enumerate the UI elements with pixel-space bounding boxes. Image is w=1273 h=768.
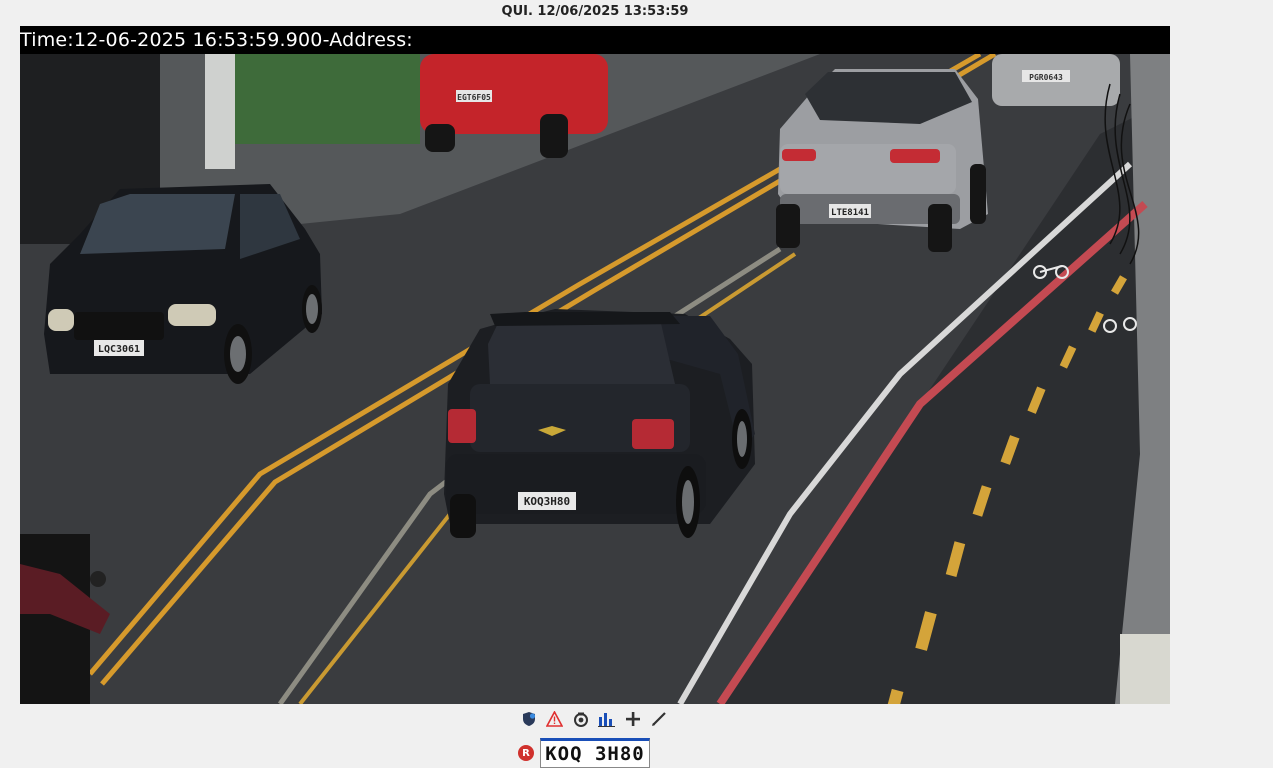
plus-icon[interactable] <box>624 710 641 727</box>
top-right-car-plate: PGR0643 <box>1029 73 1063 82</box>
recognized-plate-field[interactable]: KOQ 3H80 <box>540 738 650 768</box>
red-car-plate: EGT6F05 <box>457 93 491 102</box>
header-datetime: QUI. 12/06/2025 13:53:59 <box>501 4 689 19</box>
video-overlay-text: Time:12-06-2025 16:53:59.900-Address: <box>20 29 413 51</box>
silver-car-plate: LTE8141 <box>831 208 869 218</box>
center-car-plate: KOQ3H80 <box>524 495 570 508</box>
plate-reading-row: R KOQ 3H80 <box>518 738 650 768</box>
top-right-car: PGR0643 <box>992 54 1120 106</box>
left-car-plate: LQC3061 <box>98 344 140 355</box>
warning-icon[interactable] <box>546 710 563 727</box>
center-black-car: KOQ3H80 <box>444 309 755 538</box>
video-overlay-bar: Time:12-06-2025 16:53:59.900-Address: <box>20 26 1170 54</box>
camera-video-frame[interactable]: Time:12-06-2025 16:53:59.900-Address: EG… <box>20 26 1170 704</box>
pen-icon[interactable] <box>650 710 667 727</box>
camera-icon[interactable] <box>572 710 589 727</box>
video-toolbar <box>520 710 667 727</box>
shield-heart-icon[interactable] <box>520 710 537 727</box>
recognition-badge: R <box>518 745 534 761</box>
bar-chart-icon[interactable] <box>598 710 615 727</box>
street-scene: EGT6F05 PGR0643 LTE8141 LQC3061 KOQ3H80 <box>20 54 1170 704</box>
